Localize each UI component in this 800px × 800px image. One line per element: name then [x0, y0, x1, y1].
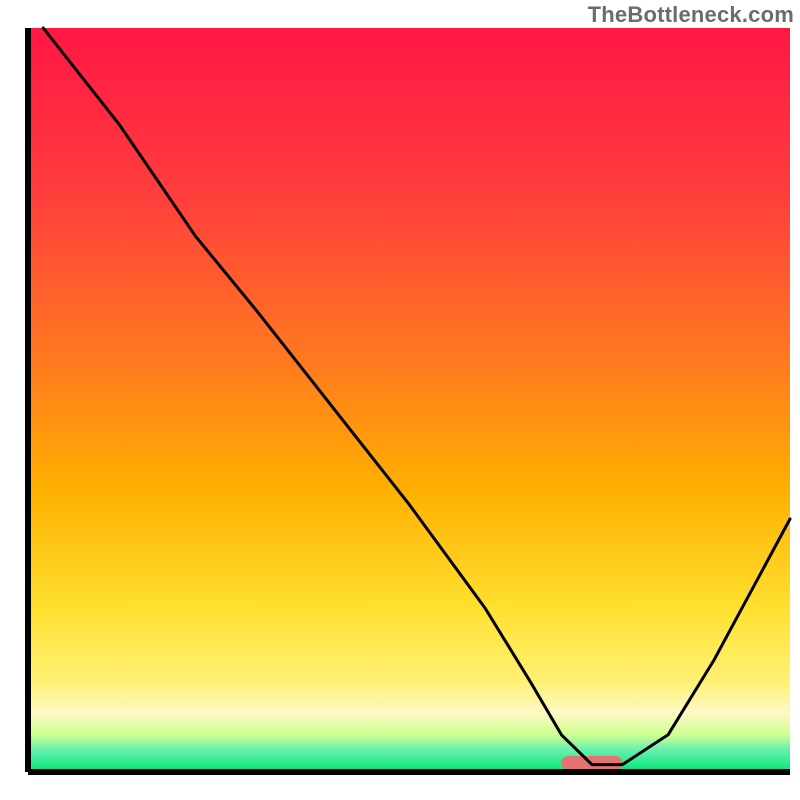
watermark-text: TheBottleneck.com [588, 2, 794, 28]
chart-frame: TheBottleneck.com [0, 0, 800, 800]
gradient-background [28, 28, 790, 772]
bottleneck-chart [0, 0, 800, 800]
